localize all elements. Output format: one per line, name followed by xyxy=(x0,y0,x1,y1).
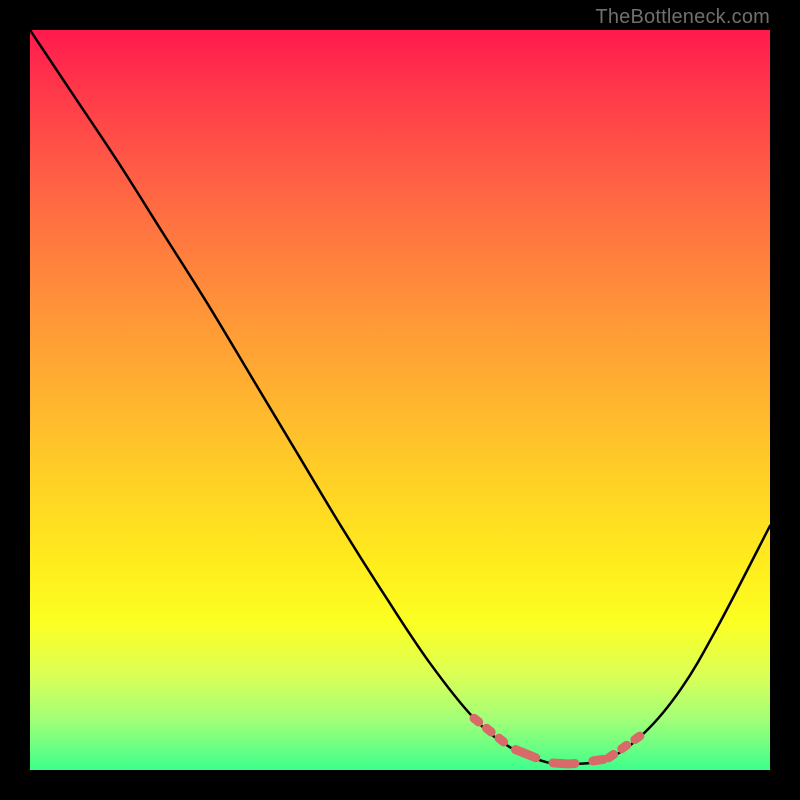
optimum-highlight-wide xyxy=(515,750,603,764)
optimum-highlight-tight xyxy=(474,718,640,758)
chart-svg xyxy=(30,30,770,770)
chart-frame: TheBottleneck.com xyxy=(0,0,800,800)
bottleneck-curve xyxy=(30,30,770,765)
watermark-text: TheBottleneck.com xyxy=(595,6,770,29)
plot-area xyxy=(30,30,770,770)
